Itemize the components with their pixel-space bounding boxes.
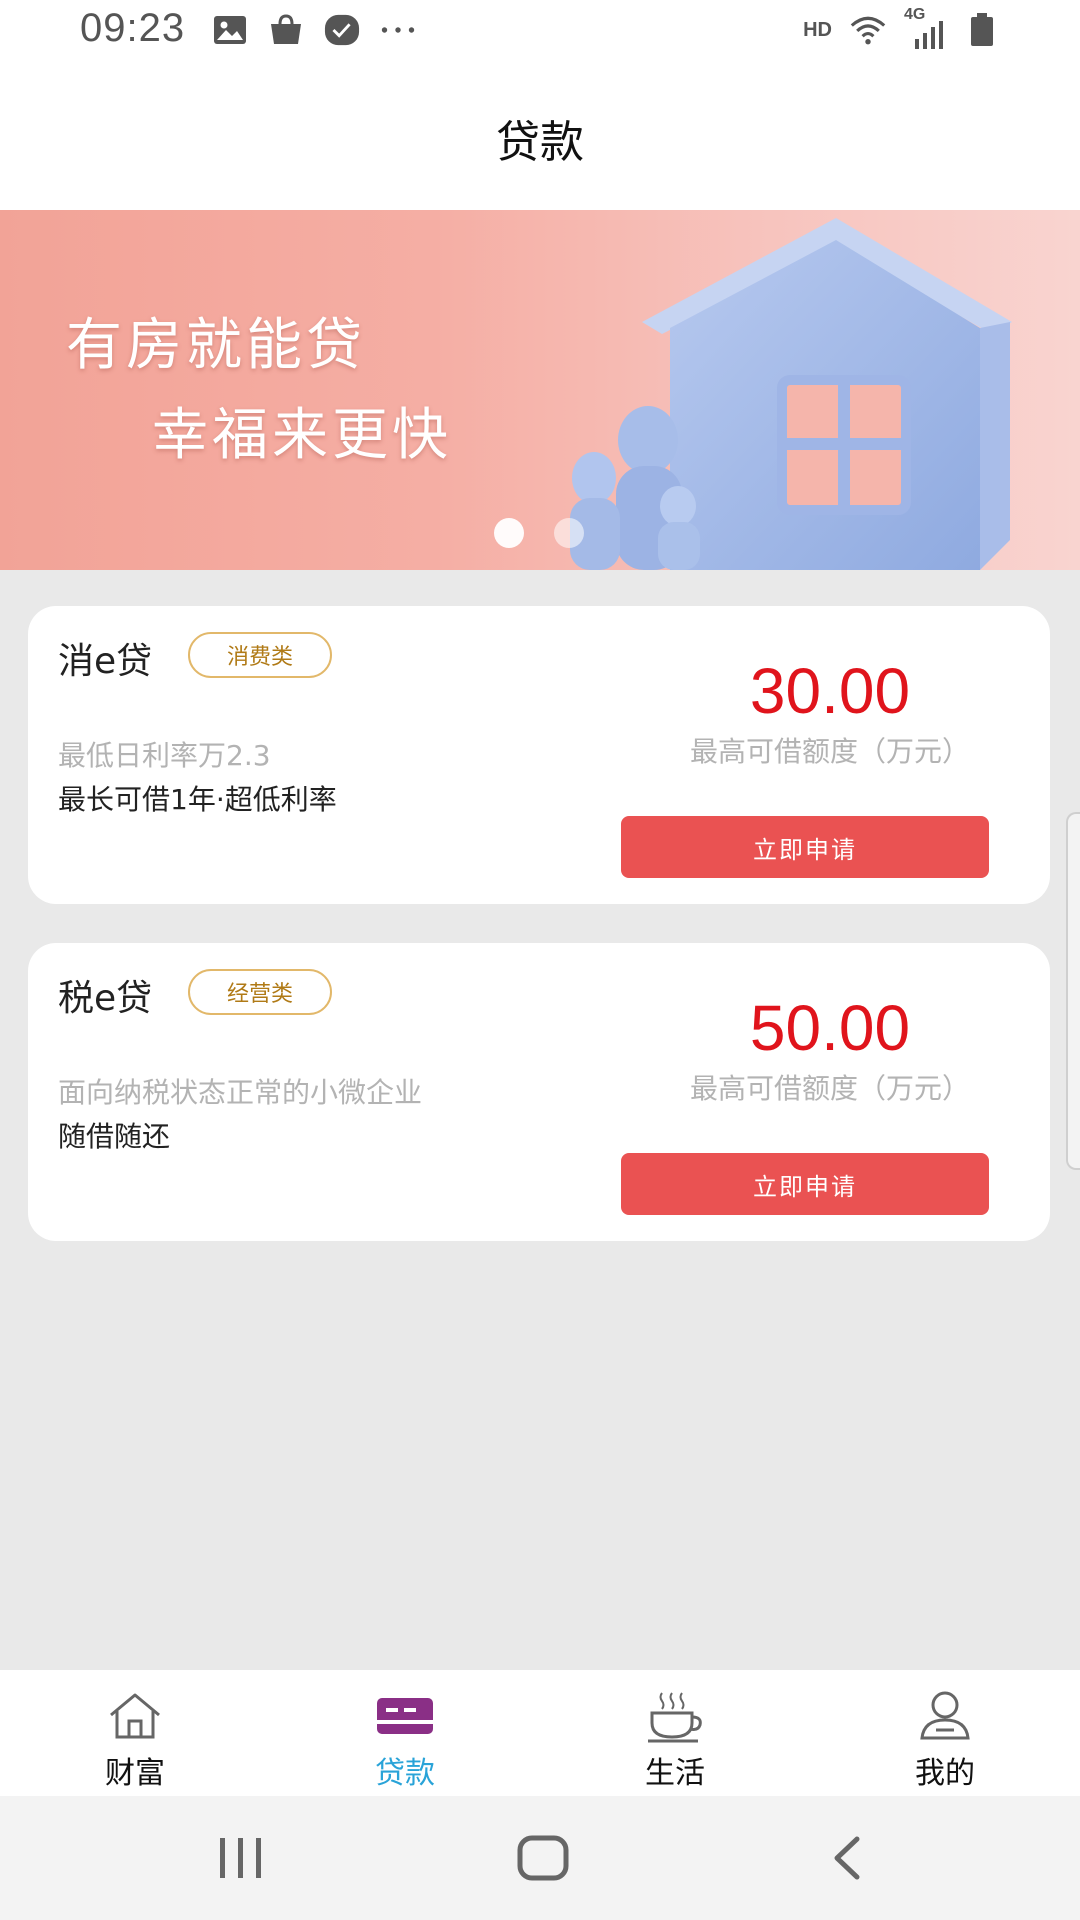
image-icon bbox=[212, 12, 248, 48]
house-family-illustration bbox=[570, 218, 1012, 570]
apply-button[interactable]: 立即申请 bbox=[621, 816, 989, 878]
coffee-cup-icon bbox=[645, 1690, 705, 1743]
system-navigation-bar bbox=[0, 1796, 1080, 1920]
status-notification-icons bbox=[212, 12, 416, 48]
wifi-icon bbox=[850, 12, 886, 48]
page-header: 贷款 bbox=[0, 62, 1080, 210]
loan-max-amount: 50.00 bbox=[749, 992, 911, 1064]
loan-max-amount-label: 最高可借额度（万元） bbox=[689, 735, 970, 768]
battery-icon bbox=[964, 12, 1000, 48]
banner-pagination bbox=[494, 518, 584, 548]
banner-dot-2[interactable] bbox=[554, 518, 584, 548]
loan-audience-text: 面向纳税状态正常的小微企业 bbox=[58, 1076, 423, 1109]
user-icon bbox=[915, 1690, 975, 1742]
status-system-icons: HD 4G bbox=[803, 6, 1000, 49]
tab-me[interactable]: 我的 bbox=[810, 1670, 1080, 1796]
loan-category-tag: 经营类 bbox=[188, 969, 332, 1015]
tab-label: 生活 bbox=[645, 1756, 705, 1791]
loan-max-amount: 30.00 bbox=[749, 655, 911, 727]
banner-dot-1[interactable] bbox=[494, 518, 524, 548]
loan-card[interactable]: 消e贷 消费类 最低日利率万2.3 最长可借1年·超低利率 30.00 最高可借… bbox=[28, 606, 1050, 904]
loan-category-tag: 消费类 bbox=[188, 632, 332, 678]
loan-screen: 09:23 HD 4G 贷款 有房就能贷 幸福来更快 消e贷 消费类 最低日利率… bbox=[0, 0, 1080, 1920]
more-dots-icon bbox=[380, 12, 416, 48]
page-title: 贷款 bbox=[496, 117, 584, 168]
tab-label: 贷款 bbox=[375, 1756, 435, 1791]
back-button[interactable] bbox=[812, 1826, 882, 1890]
side-scroll-handle[interactable] bbox=[1066, 812, 1080, 1170]
shopping-bag-icon bbox=[268, 12, 304, 48]
hd-label: HD bbox=[803, 18, 832, 41]
bottom-tab-bar: 财富 贷款 生活 我的 bbox=[0, 1670, 1080, 1796]
recent-apps-button[interactable] bbox=[206, 1826, 276, 1890]
promo-banner[interactable]: 有房就能贷 幸福来更快 bbox=[0, 210, 1080, 570]
tab-life[interactable]: 生活 bbox=[540, 1670, 810, 1796]
banner-headline: 有房就能贷 bbox=[66, 313, 366, 378]
tab-loans[interactable]: 贷款 bbox=[270, 1670, 540, 1796]
loan-card[interactable]: 税e贷 经营类 面向纳税状态正常的小微企业 随借随还 50.00 最高可借额度（… bbox=[28, 943, 1050, 1241]
banner-subheadline: 幸福来更快 bbox=[152, 403, 452, 468]
tab-label: 财富 bbox=[105, 1756, 165, 1791]
loan-name: 税e贷 bbox=[58, 978, 153, 1019]
signal-icon: 4G bbox=[904, 6, 946, 49]
status-time: 09:23 bbox=[80, 6, 186, 50]
loan-name: 消e贷 bbox=[58, 641, 153, 682]
loan-feature-text: 随借随还 bbox=[58, 1120, 171, 1153]
home-icon bbox=[105, 1690, 165, 1742]
tab-label: 我的 bbox=[915, 1756, 975, 1791]
tab-wealth[interactable]: 财富 bbox=[0, 1670, 270, 1796]
loan-term-text: 最长可借1年·超低利率 bbox=[58, 783, 337, 816]
home-button[interactable] bbox=[508, 1826, 578, 1890]
check-badge-icon bbox=[324, 12, 360, 48]
apply-button[interactable]: 立即申请 bbox=[621, 1153, 989, 1215]
status-bar: 09:23 HD 4G bbox=[0, 0, 1080, 62]
loan-rate-text: 最低日利率万2.3 bbox=[58, 739, 271, 772]
card-icon bbox=[375, 1690, 435, 1742]
loan-max-amount-label: 最高可借额度（万元） bbox=[689, 1072, 970, 1105]
network-type-label: 4G bbox=[904, 6, 926, 23]
